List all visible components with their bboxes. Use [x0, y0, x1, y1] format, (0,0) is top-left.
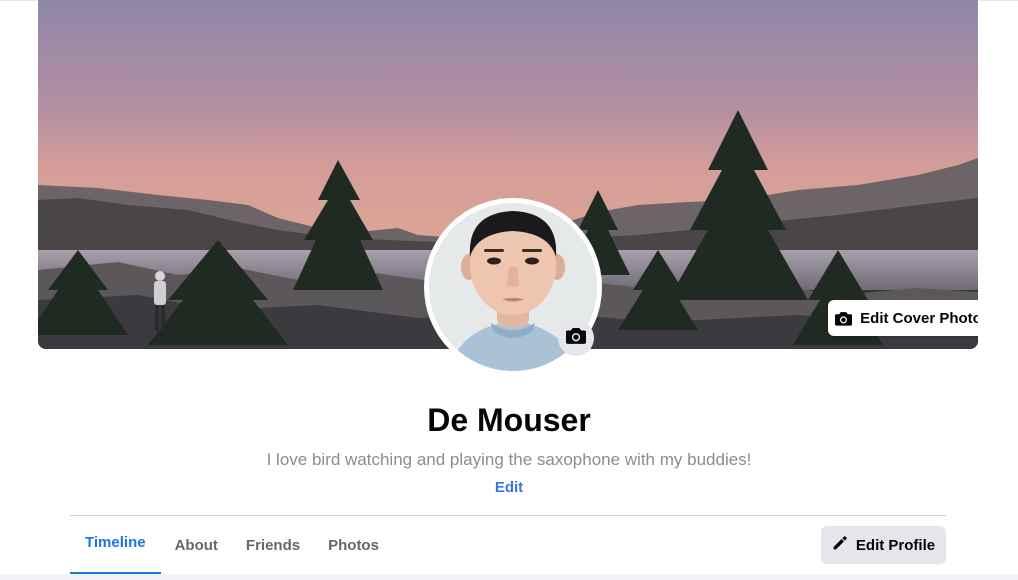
camera-icon — [566, 327, 586, 349]
edit-bio-link[interactable]: Edit — [0, 479, 1018, 496]
tab-about[interactable]: About — [161, 516, 232, 574]
profile-bio: I love bird watching and playing the sax… — [266, 450, 752, 469]
tab-photos[interactable]: Photos — [314, 516, 393, 574]
edit-cover-photo-button[interactable]: Edit Cover Photo — [828, 300, 978, 336]
tab-timeline[interactable]: Timeline — [70, 516, 161, 575]
edit-profile-label: Edit Profile — [855, 536, 936, 554]
edit-bio-label: Edit — [494, 479, 524, 496]
tab-label: About — [174, 536, 218, 554]
edit-profile-button[interactable]: Edit Profile — [821, 526, 946, 564]
pencil-icon — [832, 535, 848, 555]
profile-name: De Mouser — [427, 402, 591, 438]
tab-label: Friends — [245, 536, 301, 554]
tab-label: Photos — [328, 536, 379, 554]
profile-tabs: Timeline About Friends Photos — [70, 516, 393, 575]
page-background-strip — [0, 574, 1018, 580]
change-profile-picture-button[interactable] — [558, 320, 594, 356]
profile-page: Edit Cover Photo De Mouser I love bird w… — [0, 0, 1018, 580]
tab-label: Timeline — [85, 533, 146, 551]
tab-friends[interactable]: Friends — [232, 516, 314, 574]
camera-icon — [835, 311, 853, 326]
edit-cover-photo-label: Edit Cover Photo — [860, 309, 978, 327]
